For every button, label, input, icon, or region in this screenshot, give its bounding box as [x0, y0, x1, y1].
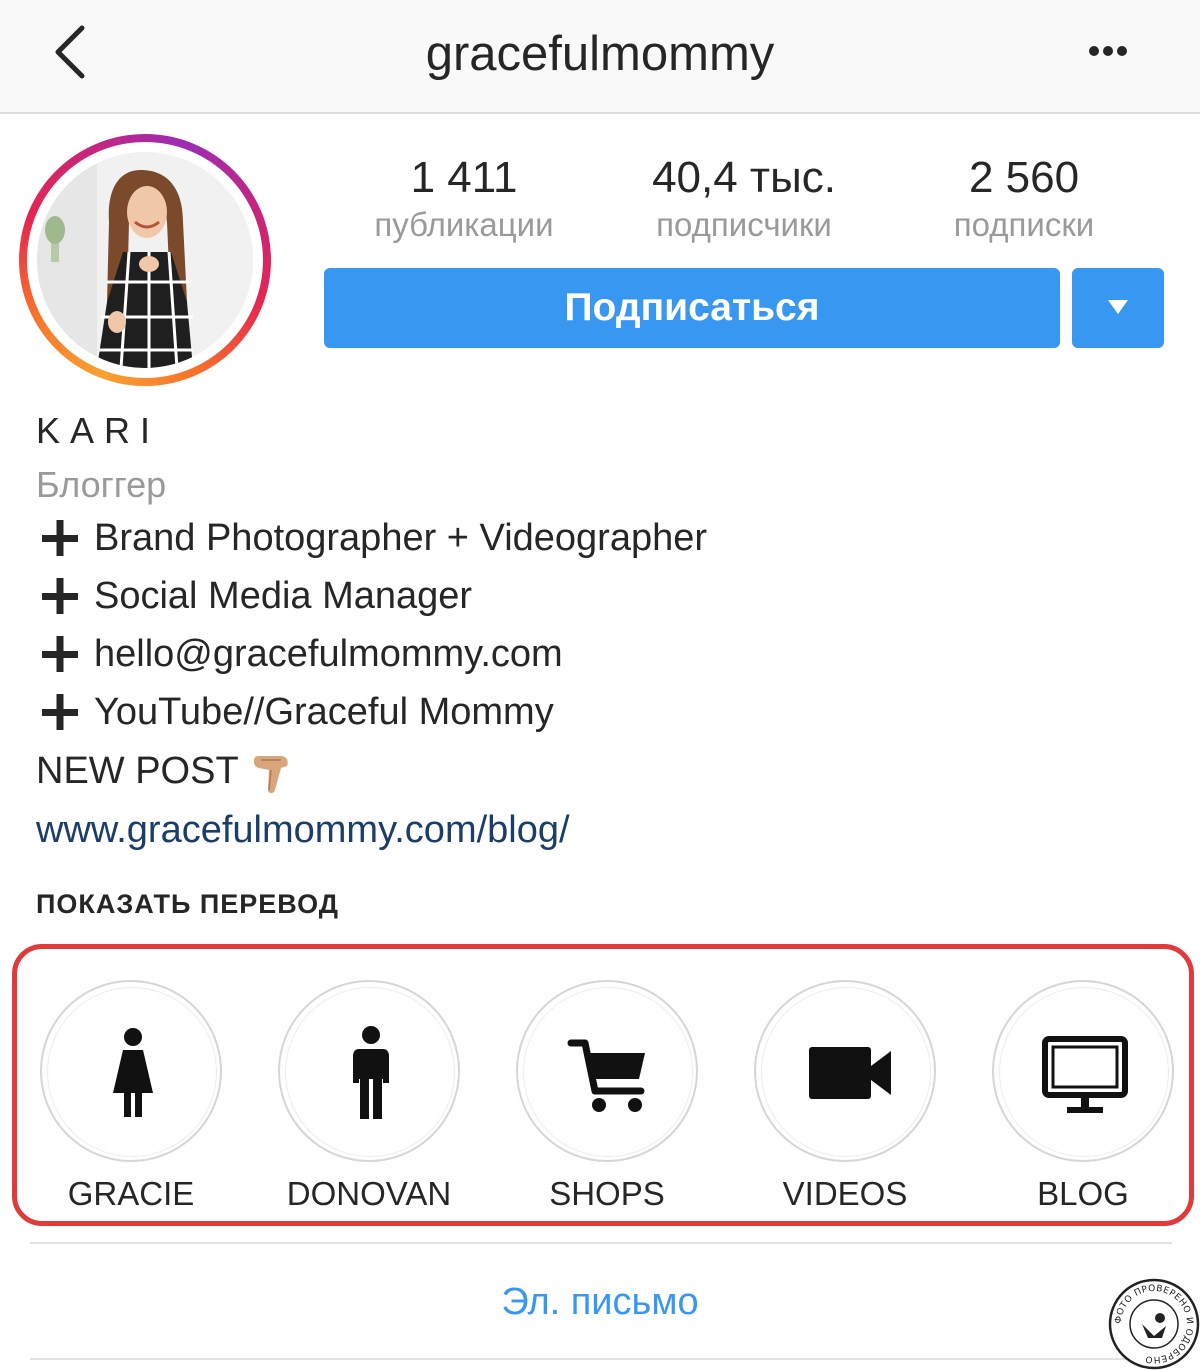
highlight-donovan[interactable]: DONOVAN	[274, 980, 464, 1220]
highlight-label: GRACIE	[67, 1175, 195, 1212]
bio-line-text: YouTube//Graceful Mommy	[94, 691, 554, 733]
highlight-blog[interactable]: BLOG	[988, 980, 1178, 1220]
bio-line: hello@gracefulmommy.com	[40, 630, 563, 678]
show-translation-link[interactable]: ПОКАЗАТЬ ПЕРЕВОД	[36, 886, 339, 922]
bio-website-link[interactable]: www.gracefulmommy.com/blog/	[36, 806, 570, 854]
bio-line: YouTube//Graceful Mommy	[40, 688, 554, 736]
highlight-cover	[754, 980, 936, 1162]
highlight-label: SHOPS	[549, 1175, 665, 1212]
profile-photo-illustration	[37, 152, 253, 368]
more-options-icon[interactable]	[1082, 36, 1134, 66]
followers-label: подписчики	[656, 206, 832, 243]
bio-line: Social Media Manager	[40, 572, 472, 620]
highlight-label: BLOG	[1037, 1175, 1129, 1212]
plus-icon	[42, 694, 78, 730]
follow-button[interactable]: Подписаться	[324, 268, 1060, 348]
followers-stat[interactable]: 40,4 тыс. подписчики	[624, 150, 864, 244]
highlight-gracie[interactable]: GRACIE	[36, 980, 226, 1220]
back-arrow-icon[interactable]	[46, 22, 96, 82]
following-stat[interactable]: 2 560 подписки	[904, 150, 1144, 244]
highlight-videos[interactable]: VIDEOS	[750, 980, 940, 1220]
video-camera-icon	[809, 1047, 891, 1099]
posts-stat: 1 411 публикации	[344, 150, 584, 244]
highlight-label: DONOVAN	[286, 1175, 452, 1212]
man-icon	[353, 1026, 389, 1119]
new-post-line: NEW POST	[36, 746, 297, 796]
suggestions-dropdown-button[interactable]	[1072, 268, 1164, 348]
avatar-photo	[37, 152, 253, 368]
highlight-label: VIDEOS	[782, 1175, 908, 1212]
highlight-shops[interactable]: SHOPS	[512, 980, 702, 1220]
following-label: подписки	[953, 206, 1095, 243]
bio-line: Brand Photographer + Videographer	[40, 514, 707, 562]
bio-line-text: Social Media Manager	[94, 575, 473, 617]
highlight-cover	[40, 980, 222, 1162]
profile-page: gracefulmommy 1 411 публикации 40,4 тыс.…	[0, 0, 1200, 1370]
top-bar: gracefulmommy	[0, 0, 1200, 114]
woman-icon	[113, 1028, 153, 1117]
posts-label: публикации	[374, 206, 554, 243]
monitor-icon	[1042, 1036, 1128, 1113]
verified-photo-stamp: ФОТО ПРОВЕРЕНО И ОДОБРЕНО	[1108, 1278, 1200, 1370]
email-contact-button[interactable]: Эл. письмо	[300, 1272, 900, 1332]
highlight-cover	[992, 980, 1174, 1162]
highlight-cover	[516, 980, 698, 1162]
plus-icon	[42, 520, 78, 556]
avatar[interactable]	[19, 134, 271, 386]
bio-line-text: hello@gracefulmommy.com	[94, 633, 563, 675]
profile-username: gracefulmommy	[425, 27, 775, 81]
new-post-text: NEW POST	[36, 750, 239, 792]
pointing-down-hand-icon	[253, 756, 288, 793]
triangle-down-icon	[1108, 300, 1128, 314]
plus-icon	[42, 636, 78, 672]
avatar-frame	[27, 142, 263, 378]
followers-count: 40,4 тыс.	[652, 153, 836, 202]
divider	[30, 1242, 1172, 1244]
profile-category: Блоггер	[36, 464, 167, 505]
bio-line-text: Brand Photographer + Videographer	[94, 517, 708, 559]
plus-icon	[42, 578, 78, 614]
cart-icon	[567, 1039, 645, 1112]
divider	[30, 1358, 1172, 1360]
profile-display-name: KARI	[36, 410, 161, 451]
following-count: 2 560	[968, 153, 1080, 202]
highlight-cover	[278, 980, 460, 1162]
posts-count: 1 411	[410, 153, 518, 202]
